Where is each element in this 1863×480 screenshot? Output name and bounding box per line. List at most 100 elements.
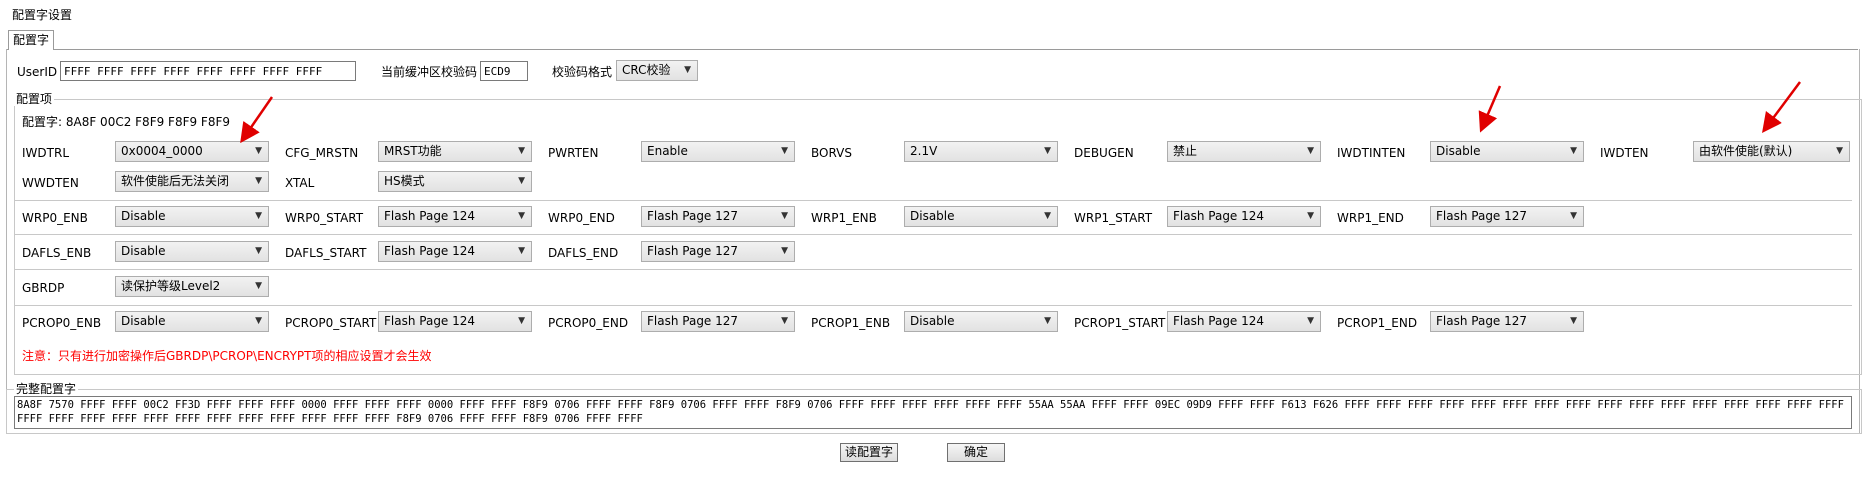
checksum-input[interactable]: ECD9: [480, 61, 528, 81]
full-config-legend: 完整配置字: [14, 382, 79, 396]
dafls-start-select[interactable]: Flash Page 124 ▼: [378, 241, 532, 262]
warning-note: 注意：只有进行加密操作后GBRDP\PCROP\ENCRYPT项的相应设置才会生…: [22, 349, 432, 363]
wrp0-enb-select[interactable]: Disable ▼: [115, 206, 269, 227]
chevron-down-icon: ▼: [255, 281, 262, 291]
dafls-enb-value: Disable: [121, 244, 166, 258]
chevron-down-icon: ▼: [518, 146, 525, 156]
row-separator: [14, 305, 1852, 306]
wrp1-enb-label: WRP1_ENB: [811, 211, 877, 225]
pcrop0-enb-select[interactable]: Disable ▼: [115, 311, 269, 332]
gbrdp-value: 读保护等级Level2: [121, 279, 221, 293]
pcrop0-start-value: Flash Page 124: [384, 314, 476, 328]
chevron-down-icon: ▼: [1570, 316, 1577, 326]
wrp1-start-select[interactable]: Flash Page 124 ▼: [1167, 206, 1321, 227]
chevron-down-icon: ▼: [518, 211, 525, 221]
config-items-legend: 配置项: [14, 92, 55, 106]
gbrdp-label: GBRDP: [22, 281, 65, 295]
pcrop1-enb-value: Disable: [910, 314, 955, 328]
wrp0-start-select[interactable]: Flash Page 124 ▼: [378, 206, 532, 227]
dafls-start-label: DAFLS_START: [285, 246, 367, 260]
iwdten-value: 由软件使能(默认): [1699, 144, 1793, 158]
row-separator: [14, 269, 1852, 270]
chevron-down-icon: ▼: [255, 246, 262, 256]
borvs-select[interactable]: 2.1V ▼: [904, 141, 1058, 162]
window-title: 配置字设置: [12, 8, 73, 22]
wrp1-enb-value: Disable: [910, 209, 955, 223]
wrp1-end-label: WRP1_END: [1337, 211, 1404, 225]
chevron-down-icon: ▼: [1836, 146, 1843, 156]
dafls-enb-label: DAFLS_ENB: [22, 246, 92, 260]
chevron-down-icon: ▼: [1570, 211, 1577, 221]
wrp0-end-select[interactable]: Flash Page 127 ▼: [641, 206, 795, 227]
pcrop0-start-select[interactable]: Flash Page 124 ▼: [378, 311, 532, 332]
xtal-select[interactable]: HS模式 ▼: [378, 171, 532, 192]
chevron-down-icon: ▼: [1570, 146, 1577, 156]
checksum-label: 当前缓冲区校验码: [381, 65, 478, 79]
row-separator: [14, 200, 1852, 201]
wrp0-start-value: Flash Page 124: [384, 209, 476, 223]
iwdten-select[interactable]: 由软件使能(默认) ▼: [1693, 141, 1850, 162]
pcrop1-end-label: PCROP1_END: [1337, 316, 1418, 330]
pcrop1-end-value: Flash Page 127: [1436, 314, 1528, 328]
wrp0-end-label: WRP0_END: [548, 211, 615, 225]
read-config-button[interactable]: 读配置字: [840, 443, 898, 462]
debugen-select[interactable]: 禁止 ▼: [1167, 141, 1321, 162]
checksum-format-label: 校验码格式: [552, 65, 613, 79]
pcrop1-end-select[interactable]: Flash Page 127 ▼: [1430, 311, 1584, 332]
tab-config-word[interactable]: 配置字: [8, 30, 54, 50]
wwdten-select[interactable]: 软件使能后无法关闭 ▼: [115, 171, 269, 192]
iwdtinten-label: IWDTINTEN: [1337, 146, 1406, 160]
config-word-summary: 配置字: 8A8F 00C2 F8F9 F8F9 F8F9: [22, 115, 231, 129]
chevron-down-icon: ▼: [1307, 316, 1314, 326]
userid-input[interactable]: FFFF FFFF FFFF FFFF FFFF FFFF FFFF FFFF: [60, 61, 356, 81]
wrp1-enb-select[interactable]: Disable ▼: [904, 206, 1058, 227]
borvs-label: BORVS: [811, 146, 852, 160]
pcrop0-end-select[interactable]: Flash Page 127 ▼: [641, 311, 795, 332]
pwrten-value: Enable: [647, 144, 688, 158]
chevron-down-icon: ▼: [781, 316, 788, 326]
pcrop0-start-label: PCROP0_START: [285, 316, 377, 330]
chevron-down-icon: ▼: [1307, 146, 1314, 156]
wrp1-start-label: WRP1_START: [1074, 211, 1153, 225]
checksum-format-value: CRC校验: [622, 63, 671, 77]
wrp0-end-value: Flash Page 127: [647, 209, 739, 223]
dafls-end-select[interactable]: Flash Page 127 ▼: [641, 241, 795, 262]
chevron-down-icon: ▼: [255, 176, 262, 186]
wwdten-value: 软件使能后无法关闭: [121, 174, 230, 188]
chevron-down-icon: ▼: [781, 146, 788, 156]
pwrten-label: PWRTEN: [548, 146, 599, 160]
pcrop0-enb-label: PCROP0_ENB: [22, 316, 102, 330]
cfg-mrstn-label: CFG_MRSTN: [285, 146, 359, 160]
wrp0-start-label: WRP0_START: [285, 211, 364, 225]
xtal-value: HS模式: [384, 174, 425, 188]
gbrdp-select[interactable]: 读保护等级Level2 ▼: [115, 276, 269, 297]
pcrop0-end-value: Flash Page 127: [647, 314, 739, 328]
chevron-down-icon: ▼: [781, 246, 788, 256]
wrp0-enb-label: WRP0_ENB: [22, 211, 88, 225]
iwdtinten-select[interactable]: Disable ▼: [1430, 141, 1584, 162]
userid-label: UserID: [17, 65, 58, 79]
wrp1-end-select[interactable]: Flash Page 127 ▼: [1430, 206, 1584, 227]
iwdtrl-value: 0x0004_0000: [121, 144, 203, 158]
ok-button[interactable]: 确定: [947, 443, 1005, 462]
pcrop1-start-select[interactable]: Flash Page 124 ▼: [1167, 311, 1321, 332]
pwrten-select[interactable]: Enable ▼: [641, 141, 795, 162]
wwdten-label: WWDTEN: [22, 176, 79, 190]
pcrop1-enb-select[interactable]: Disable ▼: [904, 311, 1058, 332]
dafls-start-value: Flash Page 124: [384, 244, 476, 258]
chevron-down-icon: ▼: [781, 211, 788, 221]
wrp1-start-value: Flash Page 124: [1173, 209, 1265, 223]
chevron-down-icon: ▼: [1044, 211, 1051, 221]
dafls-end-value: Flash Page 127: [647, 244, 739, 258]
cfg-mrstn-select[interactable]: MRST功能 ▼: [378, 141, 532, 162]
checksum-format-select[interactable]: CRC校验 ▼: [616, 60, 698, 81]
debugen-label: DEBUGEN: [1074, 146, 1134, 160]
iwdtinten-value: Disable: [1436, 144, 1481, 158]
iwdtrl-select[interactable]: 0x0004_0000 ▼: [115, 141, 269, 162]
dafls-enb-select[interactable]: Disable ▼: [115, 241, 269, 262]
full-config-textarea[interactable]: 8A8F 7570 FFFF FFFF 00C2 FF3D FFFF FFFF …: [14, 396, 1852, 429]
pcrop0-end-label: PCROP0_END: [548, 316, 629, 330]
debugen-value: 禁止: [1173, 144, 1198, 158]
pcrop1-enb-label: PCROP1_ENB: [811, 316, 891, 330]
wrp0-enb-value: Disable: [121, 209, 166, 223]
